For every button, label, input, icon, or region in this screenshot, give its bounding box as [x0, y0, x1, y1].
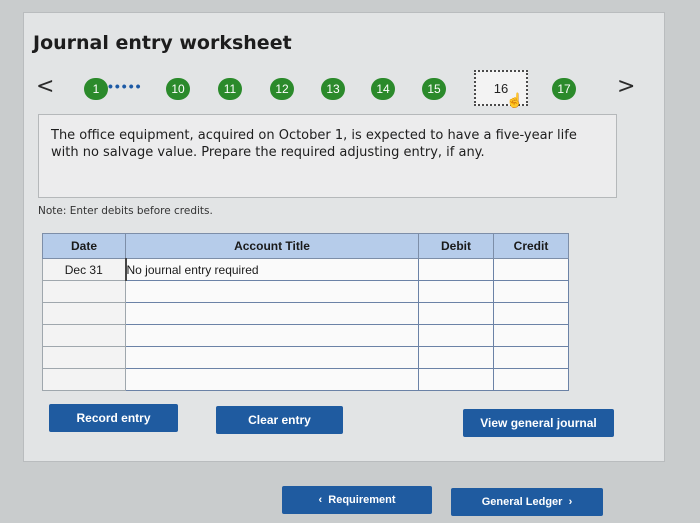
prev-step-arrow[interactable]: <: [36, 74, 54, 99]
debit-input[interactable]: [418, 368, 494, 391]
date-cell: [42, 280, 126, 303]
table-row: [42, 302, 569, 325]
journal-table: Date Account Title Debit Credit Dec 31 N…: [42, 233, 569, 391]
table-row: [42, 346, 569, 369]
view-general-journal-button[interactable]: View general journal: [463, 409, 614, 437]
header-credit: Credit: [493, 233, 569, 259]
credit-input[interactable]: [493, 302, 569, 325]
record-entry-button[interactable]: Record entry: [49, 404, 178, 432]
table-row: [42, 324, 569, 347]
header-debit: Debit: [418, 233, 494, 259]
date-cell: [42, 368, 126, 391]
header-account-title: Account Title: [125, 233, 419, 259]
debit-input[interactable]: [418, 280, 494, 303]
question-box: The office equipment, acquired on Octobe…: [38, 114, 617, 198]
account-title-input[interactable]: [125, 346, 419, 369]
account-title-input[interactable]: [125, 280, 419, 303]
general-ledger-button[interactable]: General Ledger ›: [451, 488, 603, 516]
requirement-label: Requirement: [328, 494, 396, 506]
debit-input[interactable]: [418, 324, 494, 347]
date-cell: [42, 324, 126, 347]
credit-input[interactable]: [493, 324, 569, 347]
step-ellipsis: •••••: [108, 78, 143, 94]
date-cell: Dec 31: [42, 258, 126, 281]
debit-input[interactable]: [418, 258, 494, 281]
debit-input[interactable]: [418, 302, 494, 325]
debit-input[interactable]: [418, 346, 494, 369]
credit-input[interactable]: [493, 280, 569, 303]
account-title-input[interactable]: [125, 368, 419, 391]
date-cell: [42, 346, 126, 369]
chevron-right-icon: ›: [562, 496, 573, 508]
requirement-button[interactable]: ‹ Requirement: [282, 486, 432, 514]
header-date: Date: [42, 233, 126, 259]
account-title-input[interactable]: [125, 302, 419, 325]
step-1[interactable]: 1: [84, 78, 108, 100]
credit-input[interactable]: [493, 258, 569, 281]
step-11[interactable]: 11: [218, 78, 242, 100]
date-cell: [42, 302, 126, 325]
account-title-input[interactable]: [125, 324, 419, 347]
chevron-left-icon: ‹: [318, 494, 329, 506]
account-title-input[interactable]: No journal entry required: [124, 258, 419, 281]
table-row: [42, 280, 569, 303]
hand-cursor-icon: ☝: [506, 92, 524, 108]
step-17[interactable]: 17: [552, 78, 576, 100]
worksheet-title: Journal entry worksheet: [33, 32, 292, 54]
credit-input[interactable]: [493, 368, 569, 391]
note-text: Note: Enter debits before credits.: [38, 205, 213, 217]
step-14[interactable]: 14: [371, 78, 395, 100]
step-12[interactable]: 12: [270, 78, 294, 100]
next-step-arrow[interactable]: >: [617, 74, 635, 99]
step-15[interactable]: 15: [422, 78, 446, 100]
table-row: [42, 368, 569, 391]
table-row: Dec 31 No journal entry required: [42, 258, 569, 281]
general-ledger-label: General Ledger: [481, 496, 563, 508]
step-10[interactable]: 10: [166, 78, 190, 100]
step-13[interactable]: 13: [321, 78, 345, 100]
clear-entry-button[interactable]: Clear entry: [216, 406, 343, 434]
credit-input[interactable]: [493, 346, 569, 369]
